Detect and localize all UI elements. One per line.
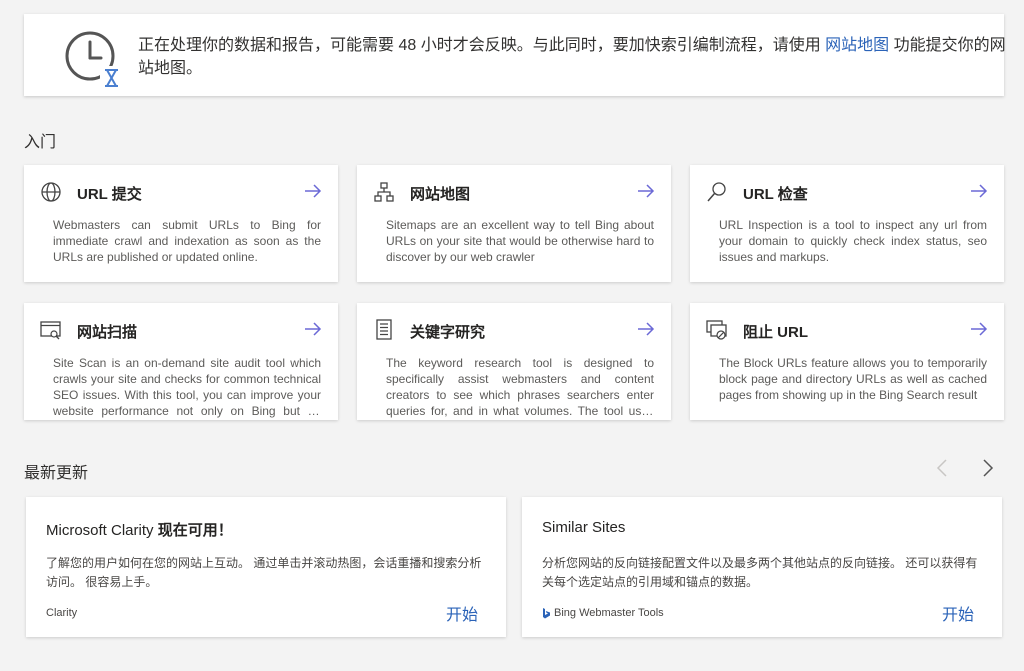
card-title: 网站扫描 bbox=[77, 324, 138, 341]
block-url-icon bbox=[706, 320, 727, 340]
globe-icon bbox=[41, 182, 61, 202]
card-title: 关键字研究 bbox=[410, 324, 486, 341]
card-block-urls[interactable]: 阻止 URL The Block URLs feature allows you… bbox=[690, 303, 1004, 420]
sitemap-icon bbox=[374, 182, 394, 202]
carousel-prev-button[interactable] bbox=[930, 456, 954, 480]
document-list-icon bbox=[376, 319, 392, 340]
card-description: The keyword research tool is designed to… bbox=[386, 356, 654, 418]
start-button[interactable]: 开始 bbox=[446, 601, 478, 625]
info-banner: 正在处理你的数据和报告，可能需要 48 小时才会反映。与此同时，要加快索引编制流… bbox=[24, 14, 1006, 96]
update-description: 了解您的用户如何在您的网站上互动。 通过单击并滚动热图，会话重播和搜索分析访问。… bbox=[46, 556, 482, 589]
arrow-right-icon bbox=[305, 184, 322, 198]
search-icon bbox=[707, 182, 726, 202]
clock-hourglass-icon bbox=[65, 31, 120, 88]
card-title: 阻止 URL bbox=[743, 324, 808, 341]
card-description: Webmasters can submit URLs to Bing for i… bbox=[53, 218, 321, 264]
banner-message: 正在处理你的数据和报告，可能需要 48 小时才会反映。与此同时，要加快索引编制流… bbox=[138, 37, 1006, 77]
arrow-right-icon bbox=[971, 322, 988, 336]
arrow-right-icon bbox=[971, 184, 988, 198]
update-description: 分析您网站的反向链接配置文件以及最多两个其他站点的反向链接。 还可以获得有关每个… bbox=[542, 556, 978, 589]
card-description: The Block URLs feature allows you to tem… bbox=[719, 356, 987, 402]
section-title-getting-started: 入门 bbox=[24, 134, 57, 151]
update-title: Similar Sites bbox=[542, 519, 626, 536]
arrow-right-icon bbox=[638, 322, 655, 336]
update-source: Clarity bbox=[46, 607, 78, 619]
start-button[interactable]: 开始 bbox=[942, 601, 974, 625]
card-site-scan[interactable]: 网站扫描 Site Scan is an on-demand site audi… bbox=[24, 303, 338, 420]
card-title: 网站地图 bbox=[410, 186, 471, 203]
card-description: Site Scan is an on-demand site audit too… bbox=[53, 356, 321, 418]
arrow-right-icon bbox=[638, 184, 655, 198]
site-scan-icon bbox=[40, 321, 61, 340]
card-title: URL 提交 bbox=[77, 186, 142, 203]
card-url-inspection[interactable]: URL 检查 URL Inspection is a tool to inspe… bbox=[690, 165, 1004, 282]
arrow-right-icon bbox=[305, 322, 322, 336]
card-keyword-research[interactable]: 关键字研究 The keyword research tool is desig… bbox=[357, 303, 671, 420]
card-sitemaps[interactable]: 网站地图 Sitemaps are an excellent way to te… bbox=[357, 165, 671, 282]
card-title: URL 检查 bbox=[743, 186, 808, 203]
card-description: Sitemaps are an excellent way to tell Bi… bbox=[386, 218, 654, 264]
update-title: Microsoft Clarity 现在可用！ bbox=[46, 522, 233, 539]
update-source: Bing Webmaster Tools bbox=[542, 607, 664, 619]
update-card-similar-sites: Similar Sites 分析您网站的反向链接配置文件以及最多两个其他站点的反… bbox=[522, 497, 1002, 637]
card-description: URL Inspection is a tool to inspect any … bbox=[719, 218, 987, 264]
update-card-clarity: Microsoft Clarity 现在可用！ 了解您的用户如何在您的网站上互动… bbox=[26, 497, 506, 637]
carousel-next-button[interactable] bbox=[976, 456, 1000, 480]
card-url-submission[interactable]: URL 提交 Webmasters can submit URLs to Bin… bbox=[24, 165, 338, 282]
sitemap-link[interactable]: 网站地图 bbox=[825, 37, 889, 54]
section-title-updates: 最新更新 bbox=[24, 465, 89, 482]
bing-logo-icon bbox=[543, 607, 550, 618]
